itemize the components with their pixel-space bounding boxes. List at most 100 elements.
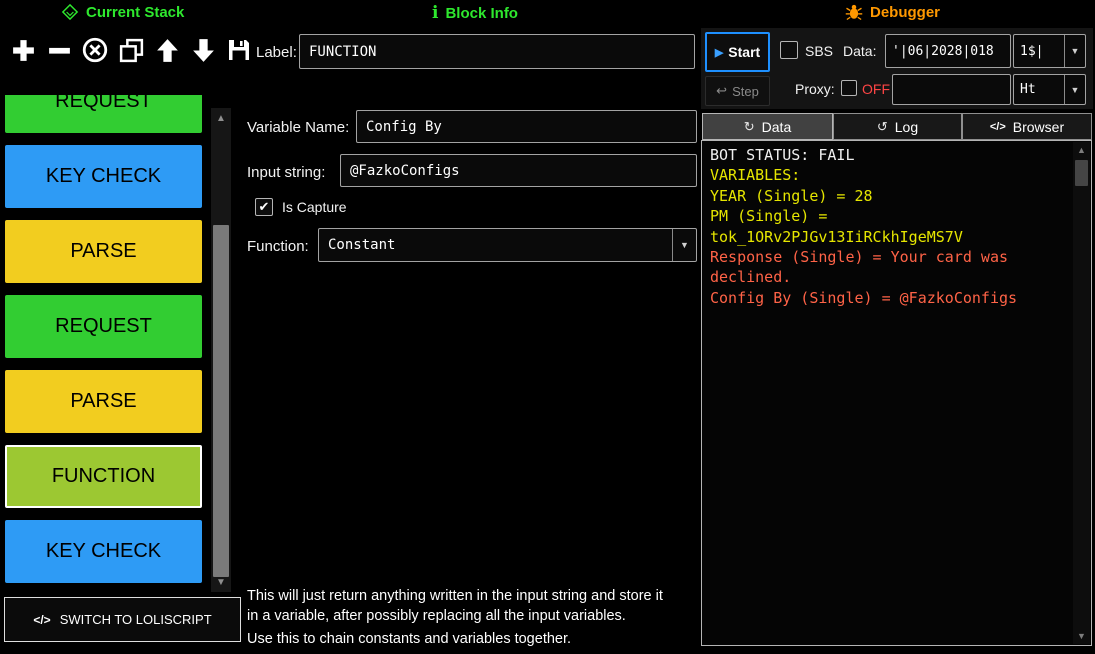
bug-icon [845, 3, 863, 21]
block-info-title: Block Info [445, 5, 518, 22]
variable-name-caption: Variable Name: [247, 119, 349, 136]
clone-block-button[interactable] [114, 30, 148, 70]
stack-toolbar [6, 30, 256, 70]
circled-x-icon [81, 36, 109, 64]
switch-to-loliscript-button[interactable]: </> SWITCH TO LOLISCRIPT [4, 597, 241, 642]
stack-block-label: KEY CHECK [46, 540, 161, 563]
tab-browser-label: Browser [1013, 119, 1064, 135]
chevron-down-icon: ▼ [672, 229, 696, 261]
play-icon: ▶ [715, 46, 723, 59]
stack-diamond-icon [61, 3, 79, 21]
label-caption: Label: [256, 44, 297, 61]
arrow-up-icon [154, 37, 181, 64]
stack-block-label: FUNCTION [52, 465, 155, 488]
debugger-title: Debugger [870, 4, 940, 21]
stack-block-label: REQUEST [55, 315, 152, 338]
scroll-up-arrow[interactable]: ▲ [1073, 142, 1090, 158]
history-icon: ↺ [877, 119, 888, 135]
move-up-button[interactable] [150, 30, 184, 70]
code-icon: </> [990, 121, 1006, 133]
block-description-line: in a variable, after possibly replacing … [247, 608, 626, 624]
variable-name-input[interactable] [356, 110, 697, 143]
input-string-input[interactable] [340, 154, 697, 187]
switch-to-loliscript-label: SWITCH TO LOLISCRIPT [60, 612, 212, 627]
proxy-input[interactable] [892, 74, 1011, 105]
openbullet-stacker-window: Current Stack i Block Info Debugger [0, 0, 1095, 654]
data-caption: Data: [843, 43, 876, 59]
function-selected-value: Constant [319, 229, 672, 261]
data-input[interactable] [885, 34, 1011, 68]
plus-icon [10, 37, 37, 64]
function-caption: Function: [247, 238, 309, 255]
scroll-up-arrow[interactable]: ▲ [211, 108, 231, 128]
start-button-label: Start [728, 44, 760, 60]
stack-block-keycheck-2[interactable]: KEY CHECK [5, 520, 202, 583]
code-icon: </> [33, 613, 50, 627]
save-icon [226, 37, 252, 63]
label-input[interactable] [299, 34, 695, 69]
stack-block-keycheck-1[interactable]: KEY CHECK [5, 145, 202, 208]
arrow-down-icon [190, 37, 217, 64]
wordlist-type-dropdown[interactable]: 1$| ▼ [1013, 34, 1086, 68]
current-stack-header: Current Stack [61, 3, 184, 21]
is-capture-checkbox[interactable]: ✔ [255, 198, 273, 216]
block-description-line: This will just return anything written i… [247, 588, 663, 604]
add-block-button[interactable] [6, 30, 40, 70]
stack-block-function-selected[interactable]: FUNCTION [5, 445, 202, 508]
check-icon: ✔ [259, 199, 270, 215]
remove-block-button[interactable] [42, 30, 76, 70]
scroll-down-arrow[interactable]: ▼ [211, 572, 231, 592]
stack-block-list: REQUEST KEY CHECK PARSE REQUEST PARSE FU… [5, 95, 205, 591]
wordlist-type-value: 1$| [1014, 35, 1064, 67]
step-icon: ↩ [716, 83, 727, 99]
duplicate-icon [118, 37, 145, 64]
chevron-down-icon: ▼ [1064, 35, 1085, 67]
stack-block-label: KEY CHECK [46, 165, 161, 188]
move-down-button[interactable] [186, 30, 220, 70]
output-line: Response (Single) = Your card was declin… [710, 247, 1070, 288]
stack-block-label: PARSE [70, 240, 136, 263]
start-button[interactable]: ▶ Start [705, 32, 770, 72]
refresh-icon: ↻ [744, 119, 755, 135]
proxy-checkbox[interactable] [841, 80, 857, 96]
debugger-output-text: BOT STATUS: FAIL VARIABLES: YEAR (Single… [710, 145, 1070, 641]
stack-block-parse-2[interactable]: PARSE [5, 370, 202, 433]
debugger-header: Debugger [845, 3, 940, 21]
input-string-caption: Input string: [247, 164, 325, 181]
stack-block-request-2[interactable]: REQUEST [5, 295, 202, 358]
save-config-button[interactable] [222, 30, 256, 70]
stack-scrollbar[interactable]: ▲ ▼ [211, 108, 231, 592]
current-stack-title: Current Stack [86, 4, 184, 21]
chevron-down-icon: ▼ [1064, 75, 1085, 104]
scroll-down-arrow[interactable]: ▼ [1073, 628, 1090, 644]
step-button[interactable]: ↩ Step [705, 76, 770, 106]
tab-data[interactable]: ↻ Data [702, 113, 833, 140]
output-scrollbar[interactable]: ▲ ▼ [1073, 142, 1090, 644]
scrollbar-thumb[interactable] [213, 225, 229, 577]
proxy-caption: Proxy: [795, 81, 835, 97]
tab-log[interactable]: ↺ Log [833, 113, 962, 140]
output-line: Config By (Single) = @FazkoConfigs [710, 288, 1070, 308]
sbs-checkbox[interactable] [780, 41, 798, 59]
is-capture-label: Is Capture [282, 199, 347, 215]
block-info-header: i Block Info [432, 3, 518, 23]
tab-log-label: Log [895, 119, 918, 135]
output-line: VARIABLES: [710, 165, 1070, 185]
stack-block-parse-1[interactable]: PARSE [5, 220, 202, 283]
output-line: YEAR (Single) = 28 [710, 186, 1070, 206]
stack-block-label: PARSE [70, 390, 136, 413]
output-line: BOT STATUS: FAIL [710, 145, 1070, 165]
delete-block-button[interactable] [78, 30, 112, 70]
stack-block-request-1[interactable]: REQUEST [5, 95, 202, 133]
scrollbar-thumb[interactable] [1075, 160, 1088, 186]
sbs-label: SBS [805, 43, 833, 59]
debugger-output-panel: BOT STATUS: FAIL VARIABLES: YEAR (Single… [701, 140, 1092, 646]
output-line: PM (Single) = tok_1ORv2PJGv13IiRCkhIgeMS… [710, 206, 1070, 247]
block-description-line: Use this to chain constants and variable… [247, 631, 571, 647]
proxy-type-dropdown[interactable]: Ht ▼ [1013, 74, 1086, 105]
minus-icon [46, 37, 73, 64]
proxy-type-value: Ht [1014, 75, 1064, 104]
info-icon: i [432, 3, 438, 23]
function-dropdown[interactable]: Constant ▼ [318, 228, 697, 262]
tab-browser[interactable]: </> Browser [962, 113, 1092, 140]
